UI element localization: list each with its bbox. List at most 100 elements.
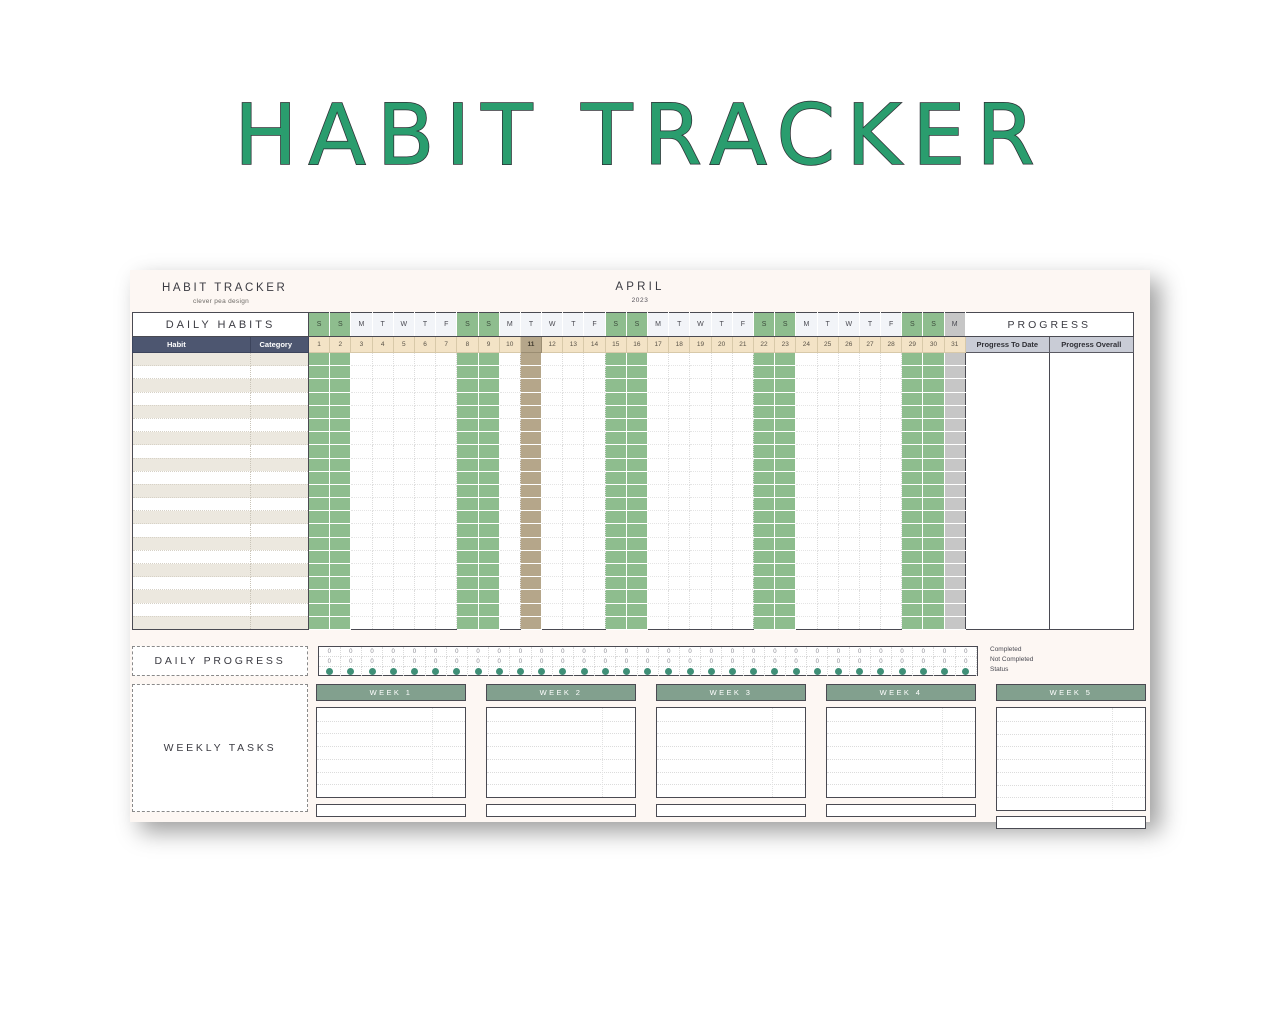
habit-day-cell-6[interactable] [414,616,437,630]
habit-day-cell-31[interactable] [944,365,966,380]
habit-day-cell-15[interactable] [605,589,627,604]
habit-day-cell-5[interactable] [393,603,415,617]
habit-day-cell-25[interactable] [817,365,839,380]
habit-day-cell-11[interactable] [520,616,543,630]
habit-day-cell-23[interactable] [774,405,797,419]
habit-category-cell[interactable] [250,352,309,367]
habit-day-cell-8[interactable] [456,431,479,446]
habit-day-cell-9[interactable] [478,537,500,551]
habit-day-cell-21[interactable] [732,523,754,538]
habit-day-cell-31[interactable] [944,616,966,630]
habit-day-cell-2[interactable] [329,523,352,538]
habit-day-cell-29[interactable] [901,484,924,499]
habit-day-cell-15[interactable] [605,352,627,367]
habit-day-cell-25[interactable] [817,444,839,459]
habit-day-cell-26[interactable] [838,352,860,367]
habit-day-cell-29[interactable] [901,523,924,538]
habit-day-cell-21[interactable] [732,458,754,472]
habit-day-cell-30[interactable] [922,418,945,433]
habit-day-cell-2[interactable] [329,550,352,565]
habit-category-cell[interactable] [250,589,309,604]
habit-day-cell-8[interactable] [456,589,479,604]
habit-day-cell-27[interactable] [859,523,882,538]
habit-day-cell-14[interactable] [583,378,606,393]
habit-day-cell-14[interactable] [583,365,606,380]
habit-day-cell-16[interactable] [626,537,649,551]
habit-day-cell-24[interactable] [795,418,818,433]
habit-day-cell-9[interactable] [478,431,500,446]
habit-day-cell-21[interactable] [732,576,754,591]
habit-day-cell-13[interactable] [562,589,585,604]
habit-day-cell-23[interactable] [774,497,797,512]
habit-day-cell-4[interactable] [372,392,394,406]
habit-day-cell-11[interactable] [520,352,543,367]
habit-day-cell-26[interactable] [838,537,860,551]
habit-day-cell-12[interactable] [541,484,564,499]
habit-day-cell-20[interactable] [711,497,733,512]
habit-day-cell-3[interactable] [350,563,373,578]
habit-day-cell-30[interactable] [922,405,945,419]
habit-day-cell-17[interactable] [647,616,670,630]
habit-day-cell-23[interactable] [774,352,797,367]
week-footer-box-1[interactable] [316,804,466,817]
habit-day-cell-27[interactable] [859,537,882,551]
habit-day-cell-2[interactable] [329,405,352,419]
habit-day-cell-19[interactable] [689,392,712,406]
habit-day-cell-9[interactable] [478,497,500,512]
habit-day-cell-31[interactable] [944,352,966,367]
habit-day-cell-10[interactable] [499,563,521,578]
habit-day-cell-17[interactable] [647,497,670,512]
habit-name-cell[interactable] [132,392,251,406]
habit-day-cell-3[interactable] [350,431,373,446]
habit-day-cell-21[interactable] [732,550,754,565]
habit-day-cell-18[interactable] [668,405,691,419]
habit-day-cell-25[interactable] [817,497,839,512]
habit-day-cell-26[interactable] [838,458,860,472]
habit-day-cell-31[interactable] [944,523,966,538]
habit-day-cell-28[interactable] [880,497,903,512]
habit-day-cell-20[interactable] [711,537,733,551]
habit-day-cell-4[interactable] [372,510,394,525]
habit-day-cell-6[interactable] [414,378,437,393]
habit-name-cell[interactable] [132,378,251,393]
habit-day-cell-13[interactable] [562,497,585,512]
habit-day-cell-17[interactable] [647,378,670,393]
habit-day-cell-18[interactable] [668,418,691,433]
habit-day-cell-19[interactable] [689,365,712,380]
habit-day-cell-24[interactable] [795,537,818,551]
habit-day-cell-23[interactable] [774,378,797,393]
habit-day-cell-13[interactable] [562,365,585,380]
habit-day-cell-12[interactable] [541,603,564,617]
habit-day-cell-30[interactable] [922,497,945,512]
habit-day-cell-5[interactable] [393,392,415,406]
habit-day-cell-24[interactable] [795,523,818,538]
habit-day-cell-4[interactable] [372,405,394,419]
habit-day-cell-28[interactable] [880,550,903,565]
habit-day-cell-17[interactable] [647,576,670,591]
habit-day-cell-5[interactable] [393,576,415,591]
habit-day-cell-5[interactable] [393,563,415,578]
habit-day-cell-2[interactable] [329,603,352,617]
habit-day-cell-13[interactable] [562,563,585,578]
habit-day-cell-23[interactable] [774,484,797,499]
habit-day-cell-20[interactable] [711,563,733,578]
habit-day-cell-7[interactable] [435,497,458,512]
habit-day-cell-14[interactable] [583,589,606,604]
habit-day-cell-12[interactable] [541,431,564,446]
habit-day-cell-30[interactable] [922,523,945,538]
habit-day-cell-19[interactable] [689,589,712,604]
habit-day-cell-10[interactable] [499,497,521,512]
habit-day-cell-12[interactable] [541,497,564,512]
habit-day-cell-12[interactable] [541,563,564,578]
habit-day-cell-4[interactable] [372,365,394,380]
habit-day-cell-18[interactable] [668,603,691,617]
habit-day-cell-23[interactable] [774,576,797,591]
habit-day-cell-15[interactable] [605,537,627,551]
day-number-28[interactable]: 28 [880,336,903,353]
habit-name-cell[interactable] [132,365,251,380]
habit-day-cell-17[interactable] [647,550,670,565]
habit-day-cell-13[interactable] [562,458,585,472]
habit-day-cell-4[interactable] [372,418,394,433]
habit-day-cell-29[interactable] [901,603,924,617]
habit-day-cell-16[interactable] [626,616,649,630]
